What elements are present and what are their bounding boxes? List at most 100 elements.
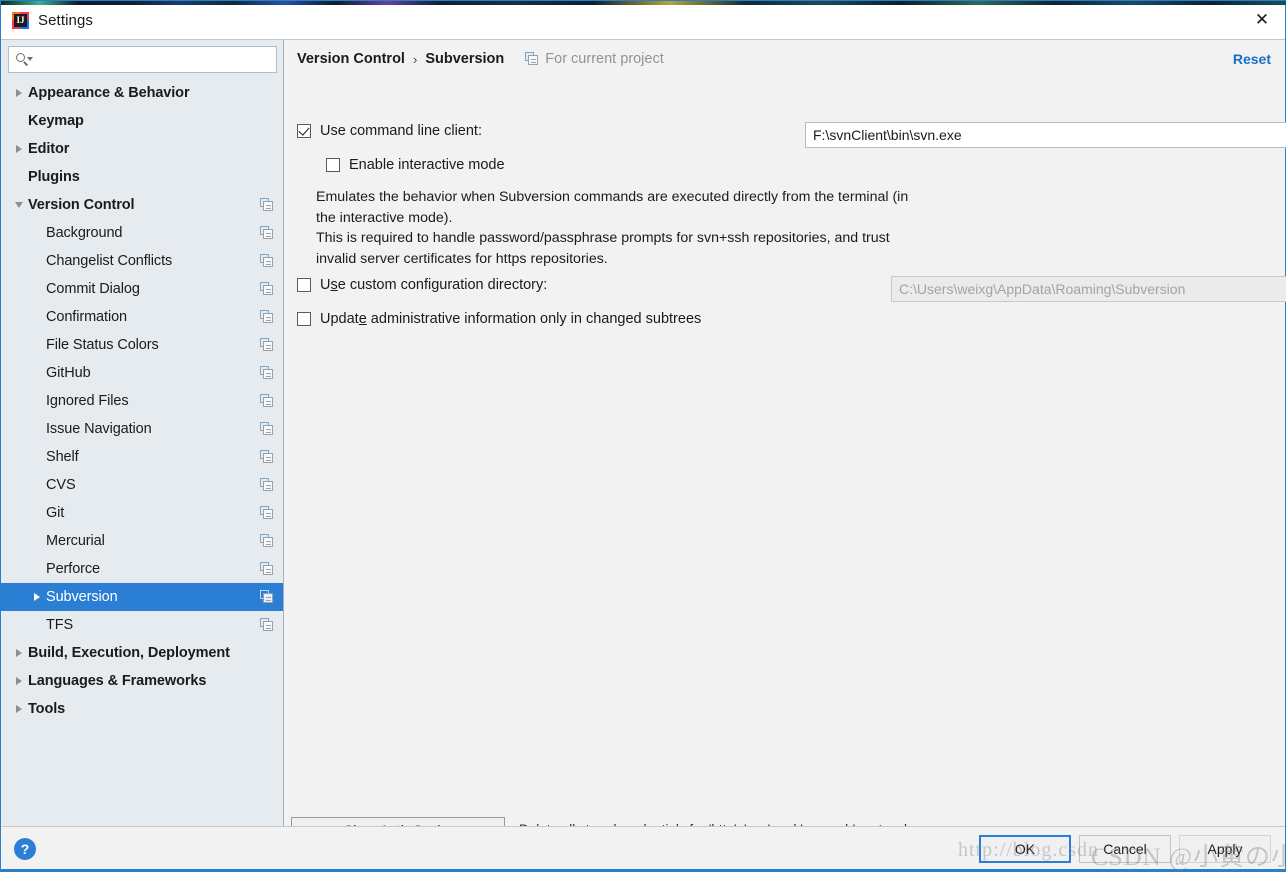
sidebar-item-label: Shelf xyxy=(46,449,79,465)
project-scope-icon xyxy=(260,198,274,212)
project-scope-label: For current project xyxy=(545,51,663,67)
sidebar-item-github[interactable]: GitHub xyxy=(1,359,283,387)
sidebar-item-label: Confirmation xyxy=(46,309,127,325)
project-scope-icon xyxy=(260,254,274,268)
project-scope-icon xyxy=(260,562,274,576)
breadcrumb: Version Control › Subversion For current… xyxy=(284,40,1285,78)
interactive-mode-description: Emulates the behavior when Subversion co… xyxy=(316,187,1016,269)
reset-link[interactable]: Reset xyxy=(1233,51,1271,67)
chevron-right-icon[interactable] xyxy=(10,649,28,657)
sidebar-item-mercurial[interactable]: Mercurial xyxy=(1,527,283,555)
project-scope-icon xyxy=(525,52,539,66)
use-custom-config-dir-row: Use custom configuration directory: xyxy=(297,277,547,293)
sidebar-item-keymap[interactable]: Keymap xyxy=(1,107,283,135)
ok-button[interactable]: OK xyxy=(979,835,1071,863)
sidebar-item-shelf[interactable]: Shelf xyxy=(1,443,283,471)
help-icon[interactable]: ? xyxy=(14,838,36,860)
sidebar-item-label: Mercurial xyxy=(46,533,105,549)
project-scope-icon xyxy=(260,338,274,352)
chevron-down-icon[interactable] xyxy=(10,202,28,208)
screenshot-edge-artifact xyxy=(1,1,1286,5)
sidebar-item-plugins[interactable]: Plugins xyxy=(1,163,283,191)
project-scope-icon xyxy=(260,310,274,324)
title-bar: IJ Settings ✕ xyxy=(1,1,1285,39)
search-icon xyxy=(15,52,33,68)
sidebar-item-languages-frameworks[interactable]: Languages & Frameworks xyxy=(1,667,283,695)
update-admin-info-row: Update administrative information only i… xyxy=(297,311,701,327)
custom-config-dir-field[interactable]: C:\Users\weixg\AppData\Roaming\Subversio… xyxy=(891,276,1286,302)
project-scope: For current project xyxy=(525,51,663,67)
sidebar-item-changelist-conflicts[interactable]: Changelist Conflicts xyxy=(1,247,283,275)
sidebar-item-version-control[interactable]: Version Control xyxy=(1,191,283,219)
search-container xyxy=(1,40,283,78)
sidebar-item-tfs[interactable]: TFS xyxy=(1,611,283,639)
sidebar-item-label: Version Control xyxy=(28,197,134,213)
search-box[interactable] xyxy=(8,46,277,73)
sidebar-item-cvs[interactable]: CVS xyxy=(1,471,283,499)
project-scope-icon xyxy=(260,366,274,380)
breadcrumb-separator: › xyxy=(413,52,417,67)
sidebar-item-label: Editor xyxy=(28,141,69,157)
project-scope-icon xyxy=(260,478,274,492)
apply-button[interactable]: Apply xyxy=(1179,835,1271,863)
sidebar-item-label: Ignored Files xyxy=(46,393,129,409)
use-custom-config-dir-checkbox[interactable] xyxy=(297,278,311,292)
sidebar-item-label: Commit Dialog xyxy=(46,281,140,297)
sidebar-item-git[interactable]: Git xyxy=(1,499,283,527)
svn-executable-path-value: F:\svnClient\bin\svn.exe xyxy=(813,127,962,143)
custom-config-dir-value: C:\Users\weixg\AppData\Roaming\Subversio… xyxy=(899,281,1185,297)
sidebar-item-label: Appearance & Behavior xyxy=(28,85,190,101)
description-line: This is required to handle password/pass… xyxy=(316,228,1016,249)
sidebar-item-label: TFS xyxy=(46,617,73,633)
sidebar-item-label: GitHub xyxy=(46,365,91,381)
chevron-right-icon[interactable] xyxy=(10,89,28,97)
description-line: Emulates the behavior when Subversion co… xyxy=(316,187,1016,208)
use-command-line-client-label: Use command line client: xyxy=(320,123,482,139)
dialog-footer: ? OK Cancel Apply xyxy=(1,826,1285,871)
sidebar-item-label: Changelist Conflicts xyxy=(46,253,172,269)
update-admin-info-checkbox[interactable] xyxy=(297,312,311,326)
sidebar-item-ignored-files[interactable]: Ignored Files xyxy=(1,387,283,415)
sidebar-item-file-status-colors[interactable]: File Status Colors xyxy=(1,331,283,359)
project-scope-icon xyxy=(260,226,274,240)
sidebar-item-tools[interactable]: Tools xyxy=(1,695,283,723)
project-scope-icon xyxy=(260,618,274,632)
window-bottom-border xyxy=(1,869,1286,871)
sidebar-item-editor[interactable]: Editor xyxy=(1,135,283,163)
sidebar-item-confirmation[interactable]: Confirmation xyxy=(1,303,283,331)
settings-dialog: IJ Settings ✕ Appearance & Behavior Keyma… xyxy=(0,0,1286,872)
sidebar-item-label: Issue Navigation xyxy=(46,421,152,437)
sidebar-item-perforce[interactable]: Perforce xyxy=(1,555,283,583)
project-scope-icon xyxy=(260,590,274,604)
use-custom-config-dir-label: Use custom configuration directory: xyxy=(320,277,547,293)
sidebar-item-background[interactable]: Background xyxy=(1,219,283,247)
use-command-line-client-checkbox[interactable] xyxy=(297,124,311,138)
chevron-right-icon[interactable] xyxy=(10,145,28,153)
project-scope-icon xyxy=(260,282,274,296)
sidebar-item-appearance-behavior[interactable]: Appearance & Behavior xyxy=(1,79,283,107)
project-scope-icon xyxy=(260,394,274,408)
sidebar-item-issue-navigation[interactable]: Issue Navigation xyxy=(1,415,283,443)
chevron-right-icon[interactable] xyxy=(28,593,46,601)
chevron-right-icon[interactable] xyxy=(10,705,28,713)
sidebar-item-commit-dialog[interactable]: Commit Dialog xyxy=(1,275,283,303)
chevron-right-icon[interactable] xyxy=(10,677,28,685)
description-line: invalid server certificates for https re… xyxy=(316,249,1016,270)
sidebar-item-label: Tools xyxy=(28,701,65,717)
search-input[interactable] xyxy=(33,52,270,67)
close-icon[interactable]: ✕ xyxy=(1239,1,1285,38)
sidebar-item-label: Build, Execution, Deployment xyxy=(28,645,230,661)
sidebar-item-label: CVS xyxy=(46,477,76,493)
breadcrumb-parent[interactable]: Version Control xyxy=(297,51,405,67)
subversion-settings-content: Use command line client: F:\svnClient\bi… xyxy=(284,78,1285,826)
enable-interactive-mode-checkbox[interactable] xyxy=(326,158,340,172)
svn-executable-path-field[interactable]: F:\svnClient\bin\svn.exe xyxy=(805,122,1286,148)
sidebar-item-subversion[interactable]: Subversion xyxy=(1,583,283,611)
settings-sidebar: Appearance & Behavior Keymap Editor Plugins… xyxy=(1,40,284,826)
sidebar-item-build-execution-deployment[interactable]: Build, Execution, Deployment xyxy=(1,639,283,667)
breadcrumb-current: Subversion xyxy=(425,51,504,67)
window-title: Settings xyxy=(38,12,93,29)
description-line: the interactive mode). xyxy=(316,208,1016,229)
cancel-button[interactable]: Cancel xyxy=(1079,835,1171,863)
update-admin-info-label: Update administrative information only i… xyxy=(320,311,701,327)
